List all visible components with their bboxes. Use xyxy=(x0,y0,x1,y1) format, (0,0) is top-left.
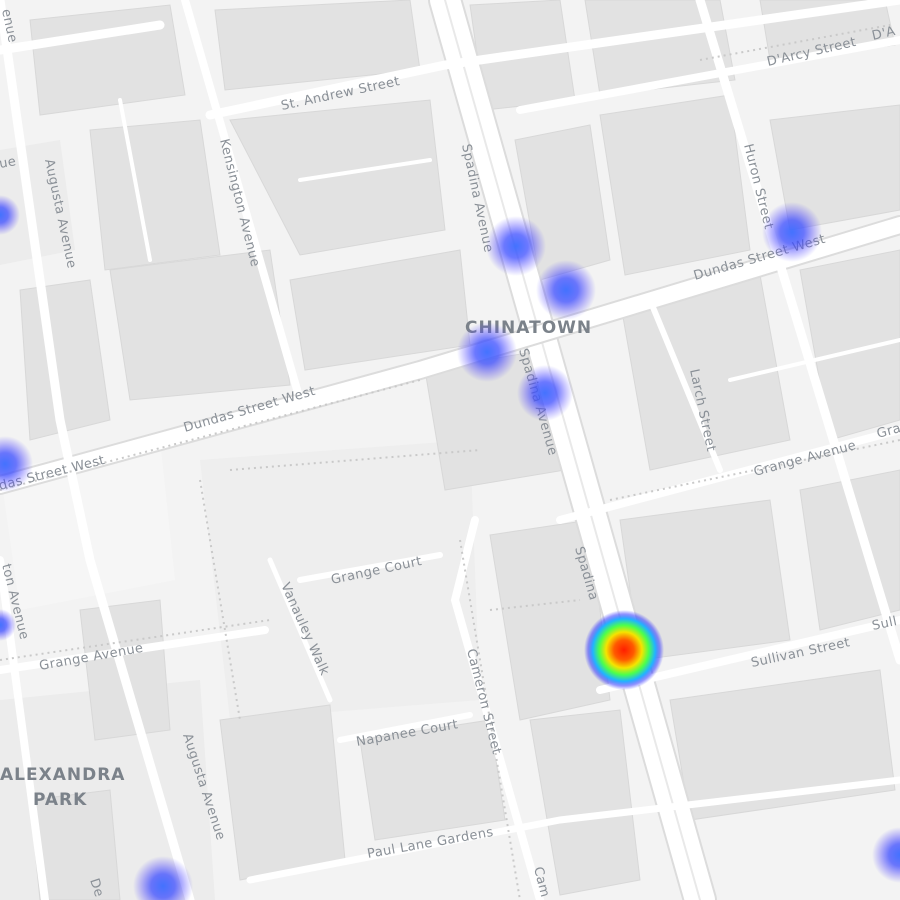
hotspot-spadina-sullivan xyxy=(584,610,664,690)
hotspot-spadina-north xyxy=(486,216,546,276)
map-canvas[interactable]: St. Andrew Street D'Arcy Street D'A Kens… xyxy=(0,0,900,900)
hotspot-huron-dundas xyxy=(762,202,822,262)
neighbourhood-label-park: PARK xyxy=(33,790,87,810)
hotspot-spadina-dundas-ne xyxy=(536,260,596,320)
hotspot-spadina-dundas-s xyxy=(517,365,573,421)
neighbourhood-label-alexandra: ALEXANDRA xyxy=(0,765,125,785)
map-view[interactable]: St. Andrew Street D'Arcy Street D'A Kens… xyxy=(0,0,900,900)
street-label-left-edge-top: ue xyxy=(0,154,17,172)
hotspot-spadina-dundas-nw xyxy=(457,322,517,382)
